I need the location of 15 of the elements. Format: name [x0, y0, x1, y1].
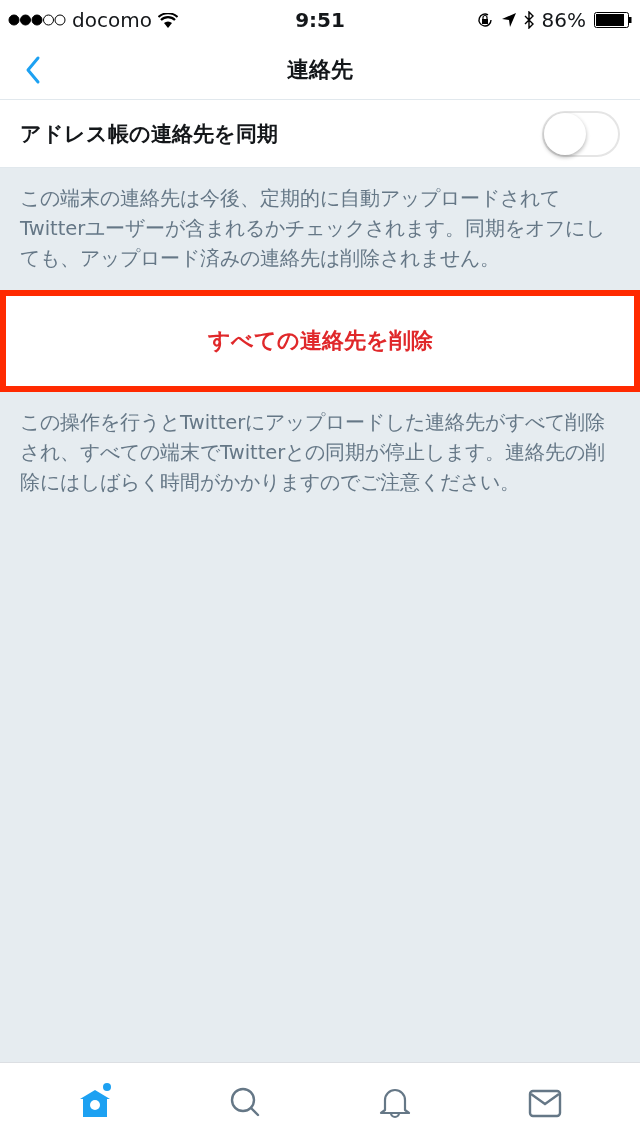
- page-title: 連絡先: [287, 55, 353, 84]
- delete-description: この操作を行うとTwitterにアップロードした連絡先がすべて削除され、すべての端末でTwitterとの同期が停止します。連絡先の削除にはしばらく時間がかかりますのでご注意ください。: [19, 410, 607, 496]
- delete-all-button[interactable]: すべての連絡先を削除: [0, 290, 640, 392]
- location-arrow-icon: [501, 13, 516, 27]
- sync-label: アドレス帳の連絡先を同期: [20, 120, 279, 148]
- rotation-lock-icon: [475, 11, 494, 29]
- battery-percent: 86%: [541, 8, 586, 32]
- carrier-name: docomo: [72, 8, 152, 32]
- sync-description: この端末の連絡先は今後、定期的に自動アップロードされてTwitterユーザーが含まれるかチェックされます。同期をオフにしても、アップロード済みの連絡先は削除されません。: [19, 186, 607, 272]
- sync-toggle[interactable]: [542, 110, 620, 157]
- wifi-icon: [157, 12, 178, 28]
- status-time: 9:51: [295, 8, 345, 32]
- bluetooth-icon: [523, 11, 534, 29]
- battery-icon: [594, 12, 632, 28]
- signal-icon: [8, 14, 66, 26]
